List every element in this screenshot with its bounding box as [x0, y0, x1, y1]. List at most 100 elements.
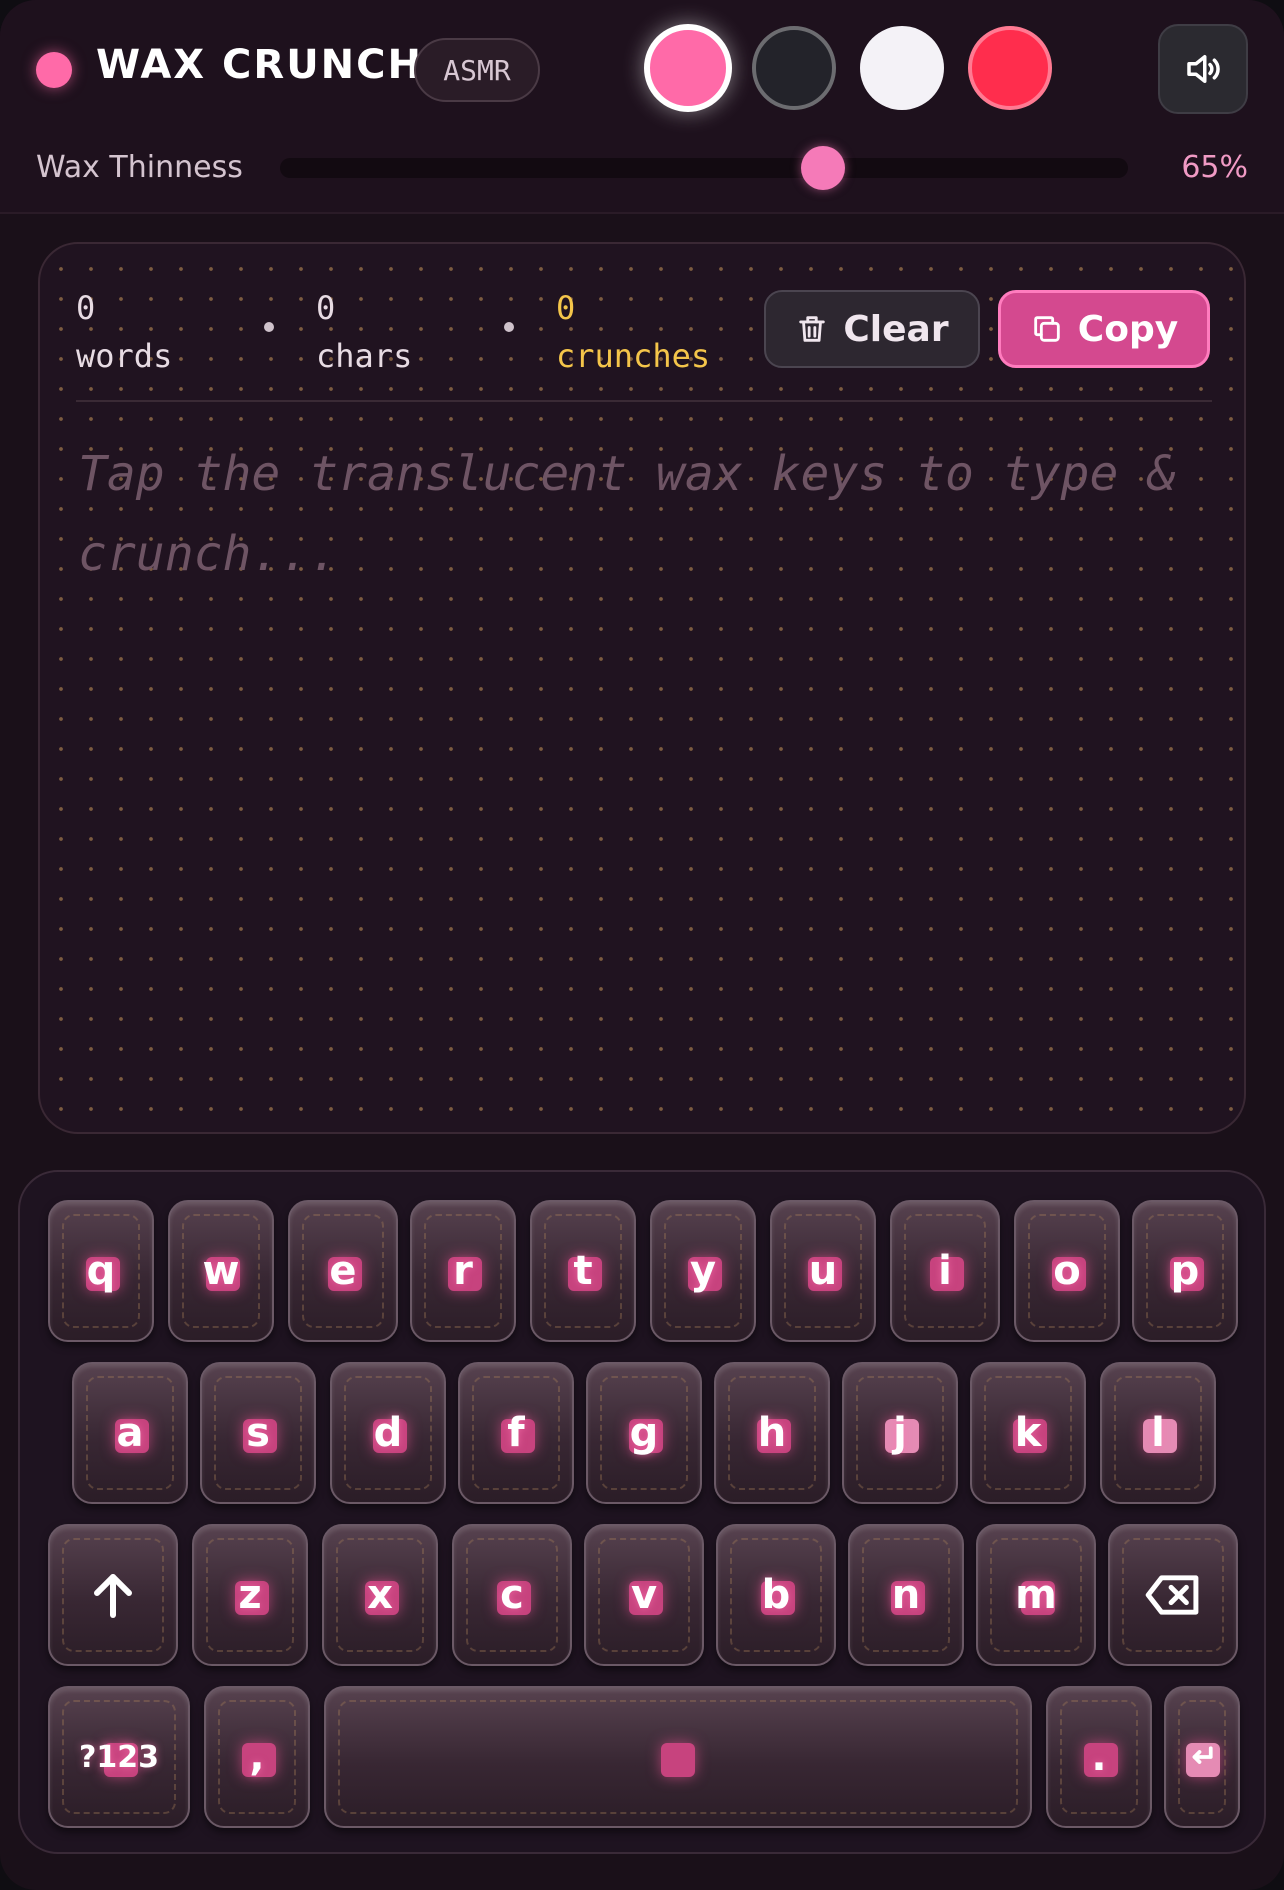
key-label: y [689, 1248, 717, 1294]
key-y[interactable]: y [650, 1200, 756, 1342]
key-label: l [1151, 1410, 1165, 1456]
key-g[interactable]: g [586, 1362, 702, 1504]
sound-toggle-button[interactable] [1158, 24, 1248, 114]
key-e[interactable]: e [288, 1200, 398, 1342]
shift-arrow-icon [50, 1526, 176, 1664]
key-s[interactable]: s [200, 1362, 316, 1504]
period-key[interactable]: . [1046, 1686, 1152, 1828]
key-z[interactable]: z [192, 1524, 308, 1666]
key-t[interactable]: t [530, 1200, 636, 1342]
crunch-count-value: 0 [556, 289, 576, 327]
word-count: 0 words [76, 284, 172, 380]
backspace-icon [1110, 1526, 1236, 1664]
crunch-count: 0 crunches [556, 284, 710, 380]
key-label: v [630, 1572, 658, 1618]
mode-badge: ASMR [414, 38, 540, 102]
word-count-label: words [76, 337, 173, 375]
key-label: a [116, 1410, 144, 1456]
shift-key[interactable] [48, 1524, 178, 1666]
key-c[interactable]: c [452, 1524, 572, 1666]
key-label: n [891, 1572, 921, 1618]
enter-key[interactable] [1164, 1686, 1240, 1828]
clear-button[interactable]: Clear [764, 290, 980, 368]
key-r[interactable]: r [410, 1200, 516, 1342]
key-h[interactable]: h [714, 1362, 830, 1504]
key-label: x [367, 1572, 393, 1618]
key-label: g [629, 1410, 659, 1456]
speaker-on-icon [1187, 55, 1220, 83]
key-label: ?123 [78, 1739, 160, 1775]
key-l[interactable]: l [1100, 1362, 1216, 1504]
char-count-label: chars [316, 337, 413, 375]
key-label: s [246, 1410, 270, 1456]
key-label: i [938, 1248, 952, 1294]
key-label: , [249, 1734, 265, 1780]
key-u[interactable]: u [770, 1200, 876, 1342]
key-b[interactable]: b [716, 1524, 836, 1666]
app-root: WAX CRUNCH ASMR Wax Thinness 65% 0 words… [0, 0, 1284, 1890]
key-label: z [238, 1572, 262, 1618]
comma-key[interactable]: , [204, 1686, 310, 1828]
key-a[interactable]: a [72, 1362, 188, 1504]
color-swatch-red[interactable] [968, 26, 1052, 110]
color-swatch-charcoal[interactable] [752, 26, 836, 110]
key-q[interactable]: q [48, 1200, 154, 1342]
key-label: t [573, 1248, 593, 1294]
stat-separator [504, 322, 514, 332]
key-label: c [500, 1572, 524, 1618]
key-x[interactable]: x [322, 1524, 438, 1666]
space-bar[interactable] [324, 1686, 1032, 1828]
wax-keyboard: q w e r t y u i o p a s d f g h j k l z … [18, 1170, 1266, 1854]
copy-button[interactable]: Copy [998, 290, 1210, 368]
key-label: q [86, 1248, 116, 1294]
key-label: e [329, 1248, 357, 1294]
key-d[interactable]: d [330, 1362, 446, 1504]
key-n[interactable]: n [848, 1524, 964, 1666]
app-title: WAX CRUNCH [96, 42, 423, 88]
trash-icon [799, 316, 826, 342]
wax-thinness-slider-thumb[interactable] [801, 146, 846, 190]
key-label: b [761, 1572, 791, 1618]
wax-thinness-slider-track[interactable] [280, 158, 1128, 178]
slider-label: Wax Thinness [36, 150, 243, 185]
char-count: 0 chars [316, 284, 412, 380]
status-dot [36, 52, 72, 88]
key-label: . [1091, 1734, 1107, 1780]
key-i[interactable]: i [890, 1200, 1000, 1342]
stat-separator [264, 322, 274, 332]
key-label: m [1015, 1572, 1057, 1618]
editor-text-area[interactable]: Tap the translucent wax keys to type & c… [78, 434, 1198, 594]
color-swatch-pink[interactable] [644, 24, 732, 112]
word-count-value: 0 [76, 289, 96, 327]
panel-divider [76, 400, 1212, 402]
key-w[interactable]: w [168, 1200, 274, 1342]
key-k[interactable]: k [970, 1362, 1086, 1504]
key-f[interactable]: f [458, 1362, 574, 1504]
editor-panel: 0 words 0 chars 0 crunches Clear Copy Ta… [38, 242, 1246, 1134]
key-p[interactable]: p [1132, 1200, 1238, 1342]
key-m[interactable]: m [976, 1524, 1096, 1666]
key-label: o [1053, 1248, 1081, 1294]
key-label: k [1014, 1410, 1042, 1456]
key-j[interactable]: j [842, 1362, 958, 1504]
crunch-count-label: crunches [556, 337, 711, 375]
copy-icon [1034, 316, 1060, 342]
enter-icon [1166, 1688, 1238, 1826]
color-swatch-white[interactable] [860, 26, 944, 110]
key-label: p [1170, 1248, 1200, 1294]
slider-value: 65% [1181, 150, 1248, 185]
key-label: w [202, 1248, 240, 1294]
key-label: d [373, 1410, 403, 1456]
key-label: f [507, 1410, 525, 1456]
backspace-key[interactable] [1108, 1524, 1238, 1666]
key-label: u [808, 1248, 838, 1294]
symbols-key[interactable]: ?123 [48, 1686, 190, 1828]
copy-button-label: Copy [1077, 308, 1179, 350]
key-o[interactable]: o [1014, 1200, 1120, 1342]
key-label: h [757, 1410, 787, 1456]
key-label: j [893, 1410, 907, 1456]
key-v[interactable]: v [584, 1524, 704, 1666]
header-bar: WAX CRUNCH ASMR Wax Thinness 65% [0, 0, 1284, 214]
key-label: r [453, 1248, 473, 1294]
clear-button-label: Clear [843, 308, 949, 350]
